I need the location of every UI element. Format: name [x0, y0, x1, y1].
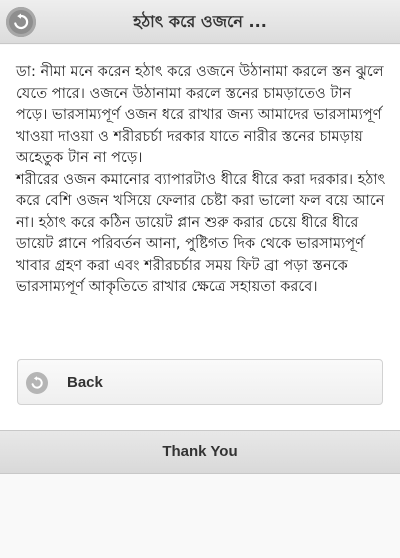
back-button-label: Back	[67, 374, 103, 391]
article-content: ডা: নীমা মনে করেন হঠাৎ করে ওজনে উঠানামা …	[0, 45, 400, 430]
bottom-blank-area	[0, 474, 400, 558]
back-button[interactable]: Back	[17, 359, 383, 405]
back-arrow-icon	[14, 13, 29, 30]
page-title: হঠাৎ করে ওজনে ...	[133, 12, 267, 31]
article-paragraph-1: ডা: নীমা মনে করেন হঠাৎ করে ওজনে উঠানামা …	[16, 63, 389, 166]
header-bar: হঠাৎ করে ওজনে ...	[0, 0, 400, 44]
footer-title: Thank You	[162, 443, 238, 460]
footer-bar: Thank You	[0, 430, 400, 474]
article-body: ডা: নীমা মনে করেন হঠাৎ করে ওজনে উঠানামা …	[16, 61, 386, 298]
back-arrow-icon	[26, 372, 48, 394]
header-back-button[interactable]	[6, 7, 36, 37]
article-paragraph-2: শরীরের ওজন কমানোর ব্যাপারটাও ধীরে ধীরে ক…	[16, 170, 390, 296]
